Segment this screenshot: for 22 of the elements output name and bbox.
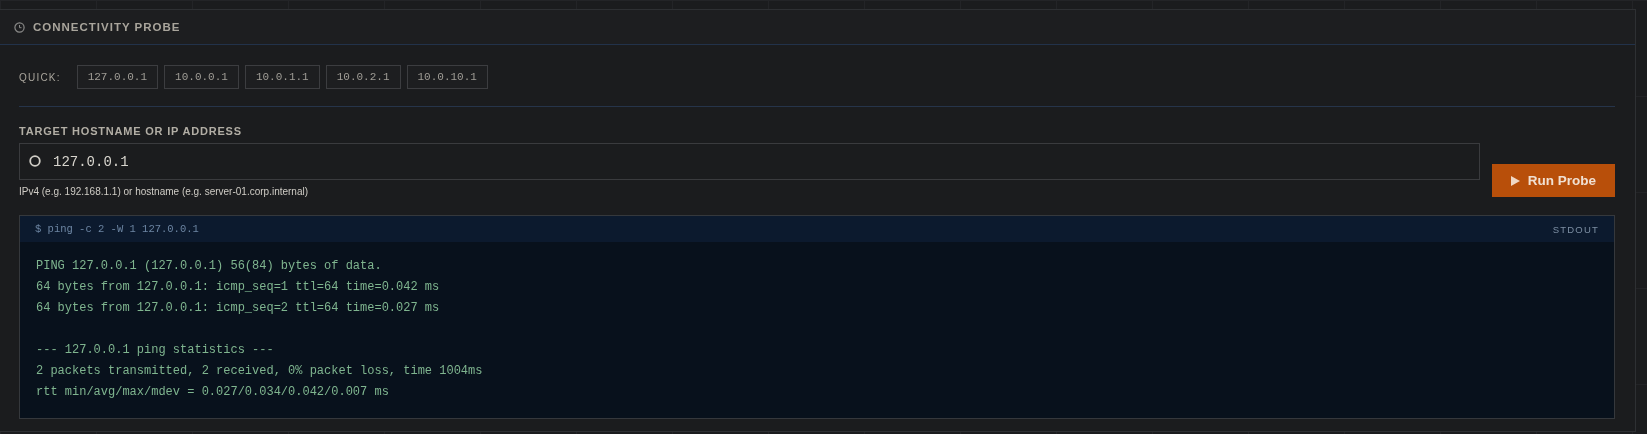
play-icon	[1510, 175, 1520, 186]
quick-host-button[interactable]: 10.0.1.1	[244, 65, 320, 89]
output-line: --- 127.0.0.1 ping statistics ---	[36, 342, 275, 359]
output-line: 2 packets transmitted, 2 received, 0% packet loss, time 1004ms	[36, 363, 484, 380]
output-line: 64 bytes from 127.0.0.1: icmp_seq=1 ttl=64 time=0.042 ms	[36, 279, 441, 296]
quick-host-button[interactable]: 127.0.0.1	[76, 65, 159, 89]
output-line: PING 127.0.0.1 (127.0.0.1) 56(84) bytes of data.	[36, 258, 383, 275]
quick-host-button[interactable]: 10.0.0.1	[164, 65, 239, 89]
clock-icon	[14, 21, 25, 33]
stream-label: STDOUT	[1552, 223, 1599, 235]
panel-title: CONNECTIVITY PROBE	[33, 21, 181, 33]
quick-host-button[interactable]: 10.0.2.1	[325, 65, 401, 89]
field-label: TARGET HOSTNAME OR IP ADDRESS	[19, 125, 243, 137]
run-probe-button[interactable]: Run Probe	[1492, 164, 1615, 197]
quick-host-button[interactable]: 10.0.10.1	[406, 65, 488, 89]
command-line: $ ping -c 2 -W 1 127.0.0.1	[35, 223, 199, 235]
output-line: rtt min/avg/max/mdev = 0.027/0.034/0.042/0.007 ms	[36, 384, 390, 401]
target-field[interactable]: 127.0.0.1	[19, 143, 1480, 180]
quick-label: QUICK:	[19, 71, 61, 83]
field-hint: IPv4 (e.g. 192.168.1.1) or hostname (e.g. server-01.corp.internal)	[19, 186, 310, 197]
status-ring-icon	[29, 155, 41, 167]
output-line: 64 bytes from 127.0.0.1: icmp_seq=2 ttl=64 time=0.027 ms	[36, 300, 441, 317]
